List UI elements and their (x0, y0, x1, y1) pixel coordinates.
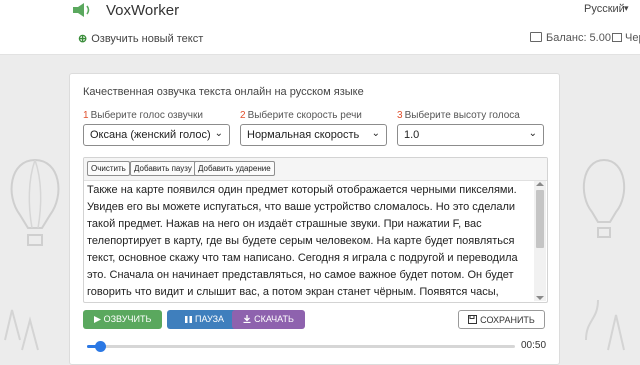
top-header: VoxWorker Русский ▾ ⊕ Озвучить новый текс… (0, 0, 640, 55)
step-1-label: 1 Выберите голос озвучки (83, 110, 203, 121)
add-stress-button[interactable]: Добавить ударение (194, 161, 275, 176)
text-scrollbar[interactable] (534, 181, 546, 301)
card-title: Качественная озвучка текста онлайн на ру… (83, 86, 364, 98)
wallet-icon (530, 32, 542, 42)
new-text-link[interactable]: ⊕ Озвучить новый текст (78, 32, 203, 45)
step-2-label: 2 Выберите скорость речи (240, 110, 362, 121)
balance-display[interactable]: Баланс: 5.00 (530, 32, 611, 44)
download-button[interactable]: СКАЧАТЬ (232, 310, 305, 329)
drafts-link[interactable]: Чер (612, 32, 640, 44)
balance-label: Баланс: 5.00 (546, 32, 611, 44)
language-selector[interactable]: Русский (584, 3, 625, 15)
save-button-label: СОХРАНИТЬ (480, 315, 535, 325)
play-icon (93, 316, 101, 323)
drafts-label: Чер (625, 32, 640, 44)
save-button[interactable]: СОХРАНИТЬ (458, 310, 545, 329)
print-icon (612, 33, 622, 42)
voice-select-value: Оксана (женский голос) (90, 129, 211, 141)
scroll-up-arrow-icon[interactable] (536, 182, 544, 186)
voice-button[interactable]: ОЗВУЧИТЬ (83, 310, 162, 329)
audio-progress-bar[interactable] (87, 341, 515, 352)
tts-card: Качественная озвучка текста онлайн на ру… (69, 73, 560, 365)
editor-toolbar: Очистить Добавить паузу Добавить ударени… (84, 158, 547, 181)
chevron-down-icon: ⌄ (214, 128, 223, 139)
new-text-label: Озвучить новый текст (91, 33, 204, 45)
scroll-down-arrow-icon[interactable] (536, 296, 544, 300)
speed-select[interactable]: Нормальная скорость ⌄ (240, 124, 387, 146)
download-icon (243, 315, 251, 324)
clear-button[interactable]: Очистить (87, 161, 130, 176)
chevron-down-icon[interactable]: ▾ (624, 3, 629, 14)
chevron-down-icon: ⌄ (371, 128, 380, 139)
plus-icon: ⊕ (78, 33, 88, 45)
balloon-doodle-icon (4, 158, 60, 351)
speaker-logo-icon (73, 3, 90, 17)
speed-select-value: Нормальная скорость (247, 129, 360, 141)
pause-icon (184, 316, 192, 323)
pause-button-label: ПАУЗА (194, 314, 225, 324)
download-button-label: СКАЧАТЬ (254, 314, 294, 324)
audio-duration: 00:50 (521, 340, 547, 351)
save-icon (468, 315, 478, 324)
voice-select[interactable]: Оксана (женский голос) ⌄ (83, 124, 230, 146)
pitch-select[interactable]: 1.0 ⌄ (397, 124, 544, 146)
text-content: Также на карте появился один предмет кот… (87, 184, 518, 298)
pause-button[interactable]: ПАУЗА (167, 310, 242, 329)
add-pause-button[interactable]: Добавить паузу (130, 161, 196, 176)
balloon-doodle-right-icon (583, 158, 625, 351)
scroll-thumb[interactable] (536, 190, 544, 248)
pitch-select-value: 1.0 (404, 129, 420, 141)
step-3-label: 3 Выберите высоту голоса (397, 110, 520, 121)
text-input[interactable]: Также на карте появился один предмет кот… (87, 182, 532, 300)
text-editor: Очистить Добавить паузу Добавить ударени… (83, 157, 548, 303)
chevron-down-icon: ⌄ (528, 128, 537, 139)
voice-button-label: ОЗВУЧИТЬ (103, 314, 152, 324)
brand-name[interactable]: VoxWorker (106, 2, 179, 19)
audio-progress-knob[interactable] (94, 341, 106, 352)
